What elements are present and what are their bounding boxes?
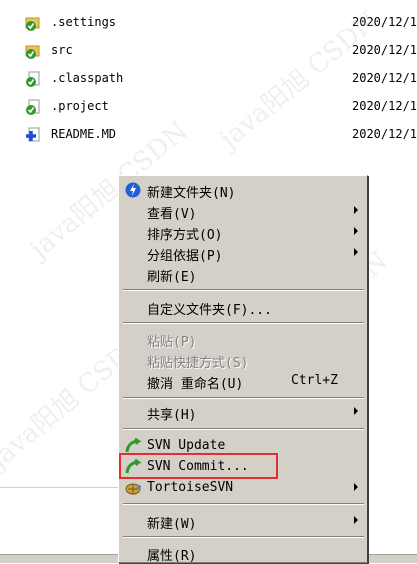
menu-item-share[interactable]: 共享(H) — [121, 401, 366, 423]
svn-commit-highlight — [119, 453, 278, 479]
menu-label: 查看(V) — [147, 207, 197, 222]
menu-shortcut: Ctrl+Z — [291, 373, 338, 388]
svn-update-icon — [125, 438, 141, 453]
folder-svn-ok-icon — [25, 17, 40, 31]
file-date: 2020/12/1 — [352, 71, 417, 85]
file-date: 2020/12/1 — [352, 43, 417, 57]
menu-label: 属性(R) — [147, 549, 197, 564]
context-menu: 新建文件夹(N) 查看(V) 排序方式(O) 分组依据(P) 刷新(E) 自定义… — [118, 175, 368, 564]
submenu-arrow-icon — [354, 483, 358, 491]
file-row-classpath[interactable]: .classpath 2020/12/1 — [0, 65, 417, 93]
menu-item-group-by[interactable]: 分组依据(P) — [121, 242, 366, 264]
menu-separator — [123, 289, 364, 291]
menu-label: 排序方式(O) — [147, 228, 223, 243]
tortoise-svn-icon — [125, 483, 141, 495]
file-row-settings[interactable]: .settings 2020/12/1 — [0, 9, 417, 37]
menu-item-paste-shortcut: 粘贴快捷方式(S) — [121, 349, 366, 371]
menu-separator — [123, 503, 364, 505]
menu-label: 粘贴快捷方式(S) — [147, 356, 249, 371]
file-name: .project — [51, 99, 109, 113]
menu-label: TortoiseSVN — [147, 480, 234, 495]
submenu-arrow-icon — [354, 248, 358, 256]
menu-label: 共享(H) — [147, 408, 197, 423]
menu-separator — [123, 322, 364, 324]
file-date: 2020/12/1 — [352, 127, 417, 141]
menu-label: 粘贴(P) — [147, 335, 197, 350]
file-name: src — [51, 43, 73, 57]
file-name: .classpath — [51, 71, 124, 85]
menu-item-tortoise-svn[interactable]: TortoiseSVN — [121, 477, 366, 498]
menu-label: 分组依据(P) — [147, 249, 223, 264]
file-name: README.MD — [51, 127, 117, 141]
menu-label: SVN Update — [147, 438, 226, 453]
submenu-arrow-icon — [354, 407, 358, 415]
folder-svn-ok-icon — [25, 45, 40, 59]
new-folder-icon — [125, 182, 141, 198]
file-name: .settings — [51, 15, 117, 29]
file-svn-ok-icon — [26, 99, 40, 115]
explorer-edge — [0, 487, 120, 563]
menu-item-new-folder[interactable]: 新建文件夹(N) — [121, 179, 366, 201]
menu-item-undo-rename[interactable]: 撤消 重命名(U) Ctrl+Z — [121, 370, 366, 392]
menu-item-customize-folder[interactable]: 自定义文件夹(F)... — [121, 296, 366, 318]
menu-item-new[interactable]: 新建(W) — [121, 510, 366, 532]
file-row-src[interactable]: src 2020/12/1 — [0, 37, 417, 65]
file-date: 2020/12/1 — [352, 99, 417, 113]
submenu-arrow-icon — [354, 227, 358, 235]
menu-separator — [123, 536, 364, 538]
menu-item-view[interactable]: 查看(V) — [121, 200, 366, 222]
menu-label: 撤消 重命名(U) — [147, 377, 244, 392]
menu-item-sort-by[interactable]: 排序方式(O) — [121, 221, 366, 243]
menu-separator — [123, 428, 364, 430]
menu-label: 新建文件夹(N) — [147, 186, 236, 201]
menu-label: 刷新(E) — [147, 270, 197, 285]
menu-label: 自定义文件夹(F)... — [147, 303, 272, 318]
menu-label: 新建(W) — [147, 517, 197, 532]
menu-separator — [123, 397, 364, 399]
file-svn-ok-icon — [26, 71, 40, 87]
menu-item-refresh[interactable]: 刷新(E) — [121, 263, 366, 285]
file-date: 2020/12/1 — [352, 15, 417, 29]
menu-item-properties[interactable]: 属性(R) — [121, 542, 366, 564]
submenu-arrow-icon — [354, 516, 358, 524]
file-svn-added-icon — [26, 127, 40, 142]
submenu-arrow-icon — [354, 206, 358, 214]
menu-item-paste: 粘贴(P) — [121, 328, 366, 350]
file-row-project[interactable]: .project 2020/12/1 — [0, 93, 417, 121]
file-row-readme[interactable]: README.MD 2020/12/1 — [0, 121, 417, 149]
